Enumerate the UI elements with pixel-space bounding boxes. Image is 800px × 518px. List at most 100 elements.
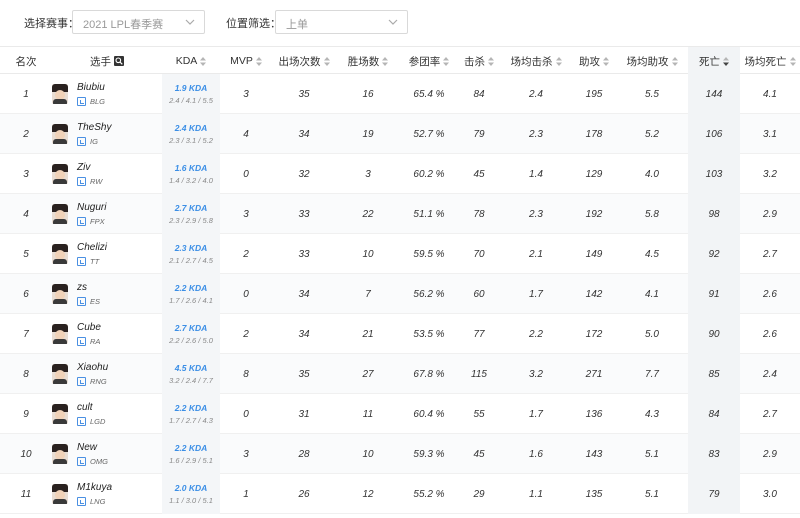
avg-assists-cell: 5.1 (645, 488, 659, 500)
wins-cell: 21 (362, 328, 374, 340)
player-team: RNG (77, 376, 107, 386)
team-name: RA (90, 336, 101, 346)
deaths-cell: 106 (705, 128, 723, 140)
team-name: IG (90, 136, 98, 146)
player-name[interactable]: Nuguri (77, 202, 106, 213)
kills-cell: 55 (473, 408, 485, 420)
column-header-avg_assists[interactable]: 场均助攻 (616, 47, 688, 75)
column-header-deaths[interactable]: 死亡 (688, 47, 740, 75)
player-name[interactable]: Ziv (77, 162, 90, 173)
column-header-mvp[interactable]: MVP (220, 47, 272, 75)
kda-cell: 2.7 KDA 2.3 / 2.9 / 5.8 (162, 194, 220, 234)
mvp-cell: 0 (243, 168, 249, 180)
player-avatar[interactable] (52, 324, 68, 344)
player-avatar[interactable] (52, 84, 68, 104)
player-name[interactable]: TheShy (77, 122, 111, 133)
assists-cell: 143 (585, 448, 603, 460)
position-select[interactable]: 上单 (275, 10, 408, 34)
avg-deaths-cell: 3.2 (763, 168, 777, 180)
avg-assists-cell: 7.7 (645, 368, 659, 380)
games-cell: 28 (298, 448, 310, 460)
table-row[interactable]: 8 Xiaohu RNG 4.5 KDA 3.2 / 2.4 / 7.7 8 35 27 67.… (0, 354, 800, 394)
kp-cell: 55.2 % (413, 488, 445, 500)
avg-deaths-cell: 2.7 (763, 248, 777, 260)
team-icon (77, 496, 86, 506)
event-select[interactable]: 2021 LPL春季赛 (72, 10, 205, 34)
games-cell: 35 (298, 368, 310, 380)
avg-kills-cell: 2.1 (529, 248, 543, 260)
column-header-player: 选手 (52, 47, 162, 75)
player-name[interactable]: Biubiu (77, 82, 105, 93)
column-header-wins[interactable]: 胜场数 (336, 47, 400, 75)
kda-value: 1.9 KDA (174, 83, 208, 93)
column-header-label: 参团率 (408, 55, 441, 68)
team-icon (77, 336, 86, 346)
kda-cell: 2.3 KDA 2.1 / 2.7 / 4.5 (162, 234, 220, 274)
column-header-games[interactable]: 出场次数 (272, 47, 336, 75)
player-name[interactable]: zs (77, 282, 87, 293)
assists-cell: 142 (585, 288, 603, 300)
kda-detail: 1.7 / 2.7 / 4.3 (169, 416, 213, 425)
avg-assists-cell: 4.3 (645, 408, 659, 420)
table-row[interactable]: 9 cult LGD 2.2 KDA 1.7 / 2.7 / 4.3 0 31 11 60.4 … (0, 394, 800, 434)
avg-deaths-cell: 2.6 (763, 288, 777, 300)
player-avatar[interactable] (52, 404, 68, 424)
column-header-label: 胜场数 (347, 55, 380, 68)
kda-value: 2.2 KDA (174, 283, 208, 293)
kda-cell: 2.2 KDA 1.6 / 2.9 / 5.1 (162, 434, 220, 474)
kda-cell: 1.6 KDA 1.4 / 3.2 / 4.0 (162, 154, 220, 194)
column-header-kills[interactable]: 击杀 (458, 47, 500, 75)
kda-cell: 2.2 KDA 1.7 / 2.6 / 4.1 (162, 274, 220, 314)
player-avatar[interactable] (52, 124, 68, 144)
avg-kills-cell: 1.1 (529, 488, 543, 500)
kp-cell: 59.3 % (413, 448, 445, 460)
rank-cell: 5 (23, 248, 29, 260)
player-avatar[interactable] (52, 204, 68, 224)
wins-cell: 7 (365, 288, 371, 300)
column-header-avg_kills[interactable]: 场均击杀 (500, 47, 572, 75)
player-avatar[interactable] (52, 284, 68, 304)
avg-deaths-cell: 2.4 (763, 368, 777, 380)
table-row[interactable]: 11 M1kuya LNG 2.0 KDA 1.1 / 3.0 / 5.1 1 26 12 55… (0, 474, 800, 514)
player-name[interactable]: Cube (77, 322, 101, 333)
team-name: LGD (90, 416, 106, 426)
table-row[interactable]: 7 Cube RA 2.7 KDA 2.2 / 2.6 / 5.0 2 34 21 53.5 %… (0, 314, 800, 354)
column-header-kda[interactable]: KDA (162, 47, 220, 75)
table-row[interactable]: 6 zs ES 2.2 KDA 1.7 / 2.6 / 4.1 0 34 7 56.2 % 60 1… (0, 274, 800, 314)
table-row[interactable]: 2 TheShy IG 2.4 KDA 2.3 / 3.1 / 5.2 4 34 19 52.7… (0, 114, 800, 154)
chevron-down-icon (185, 19, 195, 25)
table-row[interactable]: 4 Nuguri FPX 2.7 KDA 2.3 / 2.9 / 5.8 3 33 22 51.… (0, 194, 800, 234)
mvp-cell: 3 (243, 448, 249, 460)
deaths-cell: 79 (708, 488, 720, 500)
column-header-avg_deaths[interactable]: 场均死亡 (740, 47, 800, 75)
player-avatar[interactable] (52, 164, 68, 184)
deaths-cell: 90 (708, 328, 720, 340)
table-row[interactable]: 1 Biubiu BLG 1.9 KDA 2.4 / 4.1 / 5.5 3 35 16 65.… (0, 74, 800, 114)
table-row[interactable]: 3 Ziv RW 1.6 KDA 1.4 / 3.2 / 4.0 0 32 3 60.2 % 45… (0, 154, 800, 194)
player-name[interactable]: Xiaohu (77, 362, 108, 373)
player-avatar[interactable] (52, 484, 68, 504)
table-row[interactable]: 5 Chelizi TT 2.3 KDA 2.1 / 2.7 / 4.5 2 33 10 59.… (0, 234, 800, 274)
column-header-kp[interactable]: 参团率 (400, 47, 458, 75)
games-cell: 31 (298, 408, 310, 420)
search-icon[interactable] (114, 56, 124, 66)
player-avatar[interactable] (52, 244, 68, 264)
kda-value: 2.4 KDA (174, 123, 208, 133)
table-row[interactable]: 10 New OMG 2.2 KDA 1.6 / 2.9 / 5.1 3 28 10 59.3 … (0, 434, 800, 474)
player-name[interactable]: New (77, 442, 97, 453)
player-avatar[interactable] (52, 364, 68, 384)
assists-cell: 136 (585, 408, 603, 420)
column-header-assists[interactable]: 助攻 (572, 47, 616, 75)
games-cell: 34 (298, 128, 310, 140)
player-name[interactable]: M1kuya (77, 482, 112, 493)
avg-assists-cell: 5.8 (645, 208, 659, 220)
player-name[interactable]: Chelizi (77, 242, 107, 253)
avg-deaths-cell: 4.1 (763, 88, 777, 100)
rank-cell: 8 (23, 368, 29, 380)
position-select-value: 上单 (286, 19, 308, 31)
kda-detail: 3.2 / 2.4 / 7.7 (169, 376, 213, 385)
column-header-label: 死亡 (699, 55, 720, 68)
player-name[interactable]: cult (77, 402, 93, 413)
player-avatar[interactable] (52, 444, 68, 464)
avg-kills-cell: 1.6 (529, 448, 543, 460)
